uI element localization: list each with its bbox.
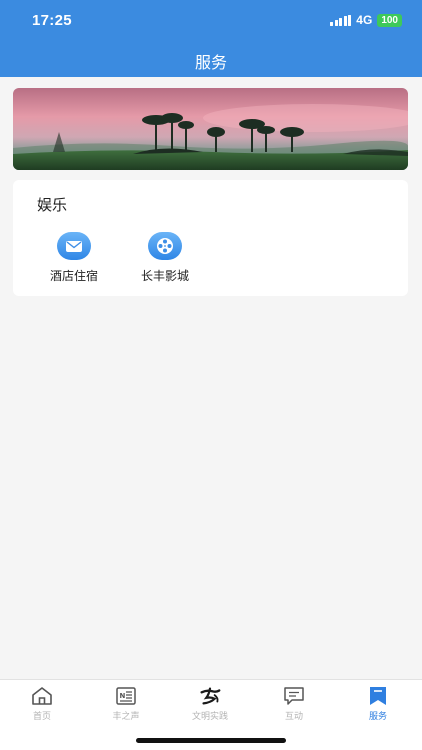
film-reel-icon: [148, 232, 182, 260]
tab-news[interactable]: N 丰之声: [84, 686, 168, 722]
tab-service[interactable]: 服务: [336, 686, 420, 722]
page-title: 服务: [194, 53, 227, 72]
banner-image[interactable]: [13, 88, 408, 170]
status-indicators: 4G 100: [330, 13, 402, 27]
section-title: 娱乐: [37, 196, 68, 214]
cinema-label: 长丰影城: [140, 269, 189, 283]
home-indicator: [136, 738, 286, 743]
app-header: 17:25 4G 100 服务: [0, 0, 422, 77]
signal-icon: [330, 14, 352, 26]
tab-home[interactable]: 首页: [0, 686, 84, 722]
tab-home-label: 首页: [32, 712, 51, 722]
chat-icon: [282, 686, 306, 706]
svg-text:N: N: [120, 692, 126, 700]
status-time: 17:25: [32, 12, 72, 29]
battery-badge: 100: [377, 13, 402, 27]
tab-civilization-label: 文明实践: [191, 712, 228, 722]
status-bar: 17:25 4G 100: [0, 0, 422, 40]
network-type: 4G: [356, 13, 373, 27]
envelope-icon: [57, 232, 91, 260]
tab-interact-label: 互动: [284, 712, 303, 722]
hotel-service[interactable]: 酒店住宿: [34, 232, 114, 284]
bookmark-icon: [366, 686, 390, 706]
hotel-label: 酒店住宿: [49, 269, 98, 283]
tab-news-label: 丰之声: [112, 712, 140, 722]
cinema-service[interactable]: 长丰影城: [125, 232, 205, 284]
news-icon: N: [114, 686, 138, 706]
calligraphy-logo-icon: [198, 686, 222, 706]
home-icon: [30, 686, 54, 706]
tab-interact[interactable]: 互动: [252, 686, 336, 722]
tab-service-label: 服务: [368, 712, 387, 722]
entertainment-card: 娱乐 酒店住宿 长丰影城: [13, 180, 408, 296]
tab-civilization[interactable]: 文明实践: [168, 686, 252, 722]
